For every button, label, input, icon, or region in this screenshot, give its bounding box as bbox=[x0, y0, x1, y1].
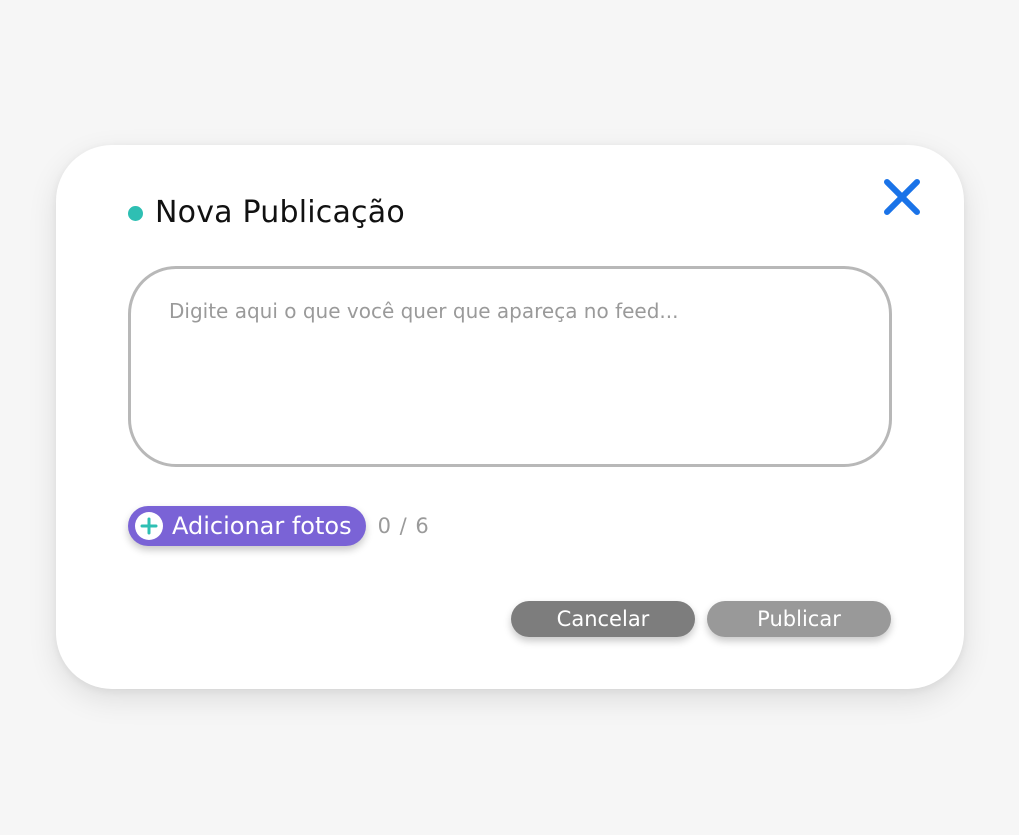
cancel-button[interactable]: Cancelar bbox=[511, 601, 695, 637]
publish-button[interactable]: Publicar bbox=[707, 601, 891, 637]
modal-title: Nova Publicação bbox=[155, 195, 405, 230]
add-photos-button[interactable]: Adicionar fotos bbox=[128, 506, 366, 546]
modal-backdrop: Nova Publicação Adicionar fotos 0 bbox=[0, 0, 1019, 835]
add-photos-label: Adicionar fotos bbox=[172, 512, 352, 540]
close-icon bbox=[884, 179, 920, 215]
post-text-input[interactable] bbox=[169, 299, 849, 439]
photos-row: Adicionar fotos 0 / 6 bbox=[128, 506, 430, 546]
close-button[interactable] bbox=[881, 176, 923, 218]
photo-count: 0 / 6 bbox=[377, 514, 430, 538]
plus-icon bbox=[135, 512, 163, 540]
post-text-container bbox=[128, 266, 892, 467]
new-post-modal: Nova Publicação Adicionar fotos 0 bbox=[56, 145, 964, 689]
modal-header: Nova Publicação bbox=[128, 193, 405, 233]
modal-actions: Cancelar Publicar bbox=[511, 601, 891, 637]
status-dot bbox=[128, 205, 143, 221]
